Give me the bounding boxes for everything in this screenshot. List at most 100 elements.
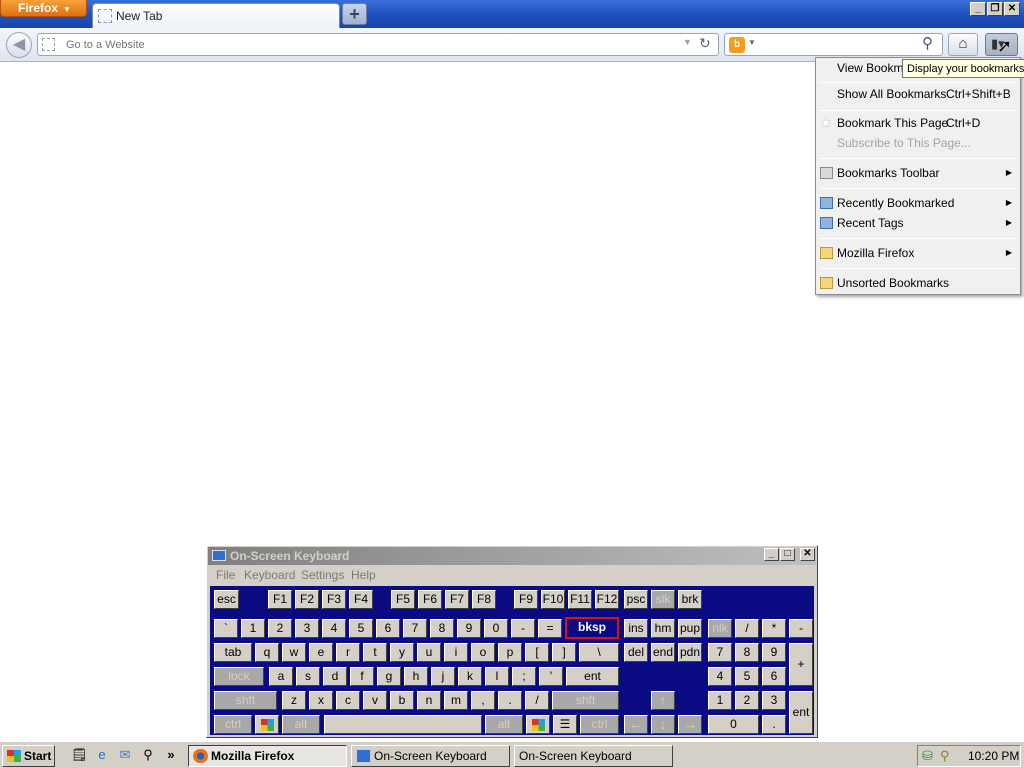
key-f10[interactable]: F10 [541, 590, 565, 609]
key-slk[interactable]: slk [651, 590, 675, 609]
key-u[interactable]: u [417, 643, 441, 662]
key-b[interactable]: b [390, 691, 414, 710]
key-down-arrow-icon[interactable]: ↓ [651, 715, 675, 734]
key-left-ctrl[interactable]: ctrl [214, 715, 252, 734]
task-on-screen-keyboard[interactable]: On-Screen Keyboard [351, 745, 510, 767]
osk-menu-settings[interactable]: Settings [301, 566, 344, 584]
key-numlock[interactable]: nlk [708, 619, 732, 638]
engine-dropdown-icon[interactable]: ▼ [748, 38, 756, 47]
key-left-windows-logo-icon[interactable] [255, 715, 279, 734]
key-right-bracket[interactable]: ] [552, 643, 576, 662]
key-f9[interactable]: F9 [514, 590, 538, 609]
key-num-8[interactable]: 8 [735, 643, 759, 662]
osk-minimize-button[interactable]: _ [764, 548, 779, 561]
key-n[interactable]: n [417, 691, 441, 710]
key-f11[interactable]: F11 [568, 590, 592, 609]
key-4[interactable]: 4 [322, 619, 346, 638]
key-equals[interactable]: = [538, 619, 562, 638]
key-right-ctrl[interactable]: ctrl [580, 715, 619, 734]
key-f8[interactable]: F8 [472, 590, 496, 609]
osk-menu-file[interactable]: File [216, 566, 235, 584]
key-num-1[interactable]: 1 [708, 691, 732, 710]
key-comma[interactable]: , [471, 691, 495, 710]
key-f3[interactable]: F3 [322, 590, 346, 609]
back-button[interactable]: ◀ [6, 32, 32, 58]
key-f5[interactable]: F5 [391, 590, 415, 609]
key-2[interactable]: 2 [268, 619, 292, 638]
key-slash[interactable]: / [525, 691, 549, 710]
key-k[interactable]: k [458, 667, 482, 686]
close-button[interactable]: ✕ [1004, 2, 1020, 16]
key-f12[interactable]: F12 [595, 590, 619, 609]
key-q[interactable]: q [255, 643, 279, 662]
key-j[interactable]: j [431, 667, 455, 686]
new-tab-button[interactable]: + [342, 3, 367, 25]
task-mozilla-firefox[interactable]: Mozilla Firefox [188, 745, 347, 767]
key-minus[interactable]: - [511, 619, 535, 638]
key-3[interactable]: 3 [295, 619, 319, 638]
key-f2[interactable]: F2 [295, 590, 319, 609]
key-up-arrow-icon[interactable]: ↑ [651, 691, 675, 710]
key-quote[interactable]: ' [539, 667, 563, 686]
key-num-multiply[interactable]: * [762, 619, 786, 638]
key-right-shift[interactable]: shft [552, 691, 619, 710]
key-6[interactable]: 6 [376, 619, 400, 638]
menu-item-show-all-bookmarks[interactable]: Show All Bookmarks Ctrl+Shift+B [816, 84, 1020, 104]
osk-menu-keyboard[interactable]: Keyboard [244, 566, 295, 584]
key-num-decimal[interactable]: . [762, 715, 786, 734]
url-bar[interactable]: ▼ ↻ [37, 33, 719, 56]
key-num-6[interactable]: 6 [762, 667, 786, 686]
show-desktop-icon[interactable]: 🗒 [71, 747, 88, 763]
key-home[interactable]: hm [651, 619, 675, 638]
key-f1[interactable]: F1 [268, 590, 292, 609]
key-f[interactable]: f [350, 667, 374, 686]
osk-titlebar[interactable]: On-Screen Keyboard [208, 547, 816, 565]
key-num-2[interactable]: 2 [735, 691, 759, 710]
key-1[interactable]: 1 [241, 619, 265, 638]
key-pagedown[interactable]: pdn [678, 643, 702, 662]
key-num-enter[interactable]: ent [789, 691, 813, 734]
key-num-7[interactable]: 7 [708, 643, 732, 662]
key-num-5[interactable]: 5 [735, 667, 759, 686]
key-0[interactable]: 0 [484, 619, 508, 638]
key-pageup[interactable]: pup [678, 619, 702, 638]
key-backslash[interactable]: \ [579, 643, 619, 662]
key-d[interactable]: d [323, 667, 347, 686]
key-l[interactable]: l [485, 667, 509, 686]
key-f4[interactable]: F4 [349, 590, 373, 609]
key-brk[interactable]: brk [678, 590, 702, 609]
key-z[interactable]: z [282, 691, 306, 710]
menu-item-recent-tags[interactable]: Recent Tags ▶ [816, 213, 1020, 233]
menu-item-bookmark-this-page[interactable]: ★ Bookmark This Page Ctrl+D [816, 113, 1020, 133]
tab-new-tab[interactable]: New Tab [92, 3, 340, 28]
key-i[interactable]: i [444, 643, 468, 662]
key-left-bracket[interactable]: [ [525, 643, 549, 662]
key-semicolon[interactable]: ; [512, 667, 536, 686]
key-left-arrow-icon[interactable]: ← [624, 715, 648, 734]
key-enter[interactable]: ent [566, 667, 619, 686]
key-g[interactable]: g [377, 667, 401, 686]
key-v[interactable]: v [363, 691, 387, 710]
start-button[interactable]: Start [2, 745, 55, 767]
reload-icon[interactable]: ↻ [699, 35, 711, 52]
key-num-9[interactable]: 9 [762, 643, 786, 662]
key-menu-icon[interactable]: ☰ [553, 715, 577, 734]
menu-item-unsorted-bookmarks[interactable]: Unsorted Bookmarks [816, 273, 1020, 293]
menu-item-mozilla-firefox[interactable]: Mozilla Firefox ▶ [816, 243, 1020, 263]
home-button[interactable]: ⌂ [948, 33, 978, 56]
key-backspace[interactable]: bksp [565, 617, 619, 639]
key-e[interactable]: e [309, 643, 333, 662]
key-period[interactable]: . [498, 691, 522, 710]
key-right-alt[interactable]: alt [485, 715, 523, 734]
key-a[interactable]: a [269, 667, 293, 686]
internet-explorer-icon[interactable]: e [94, 747, 110, 763]
osk-maximize-button[interactable]: □ [780, 548, 795, 561]
key-h[interactable]: h [404, 667, 428, 686]
network-icon[interactable]: ⛁ [922, 748, 933, 764]
key-capslock[interactable]: lock [214, 667, 264, 686]
clock[interactable]: 10:20 PM [968, 746, 1019, 766]
menu-item-recently-bookmarked[interactable]: Recently Bookmarked ▶ [816, 193, 1020, 213]
key-num-0[interactable]: 0 [708, 715, 759, 734]
key-spacebar[interactable] [324, 715, 482, 734]
task-on-screen-keyboard-2[interactable]: On-Screen Keyboard [514, 745, 673, 767]
